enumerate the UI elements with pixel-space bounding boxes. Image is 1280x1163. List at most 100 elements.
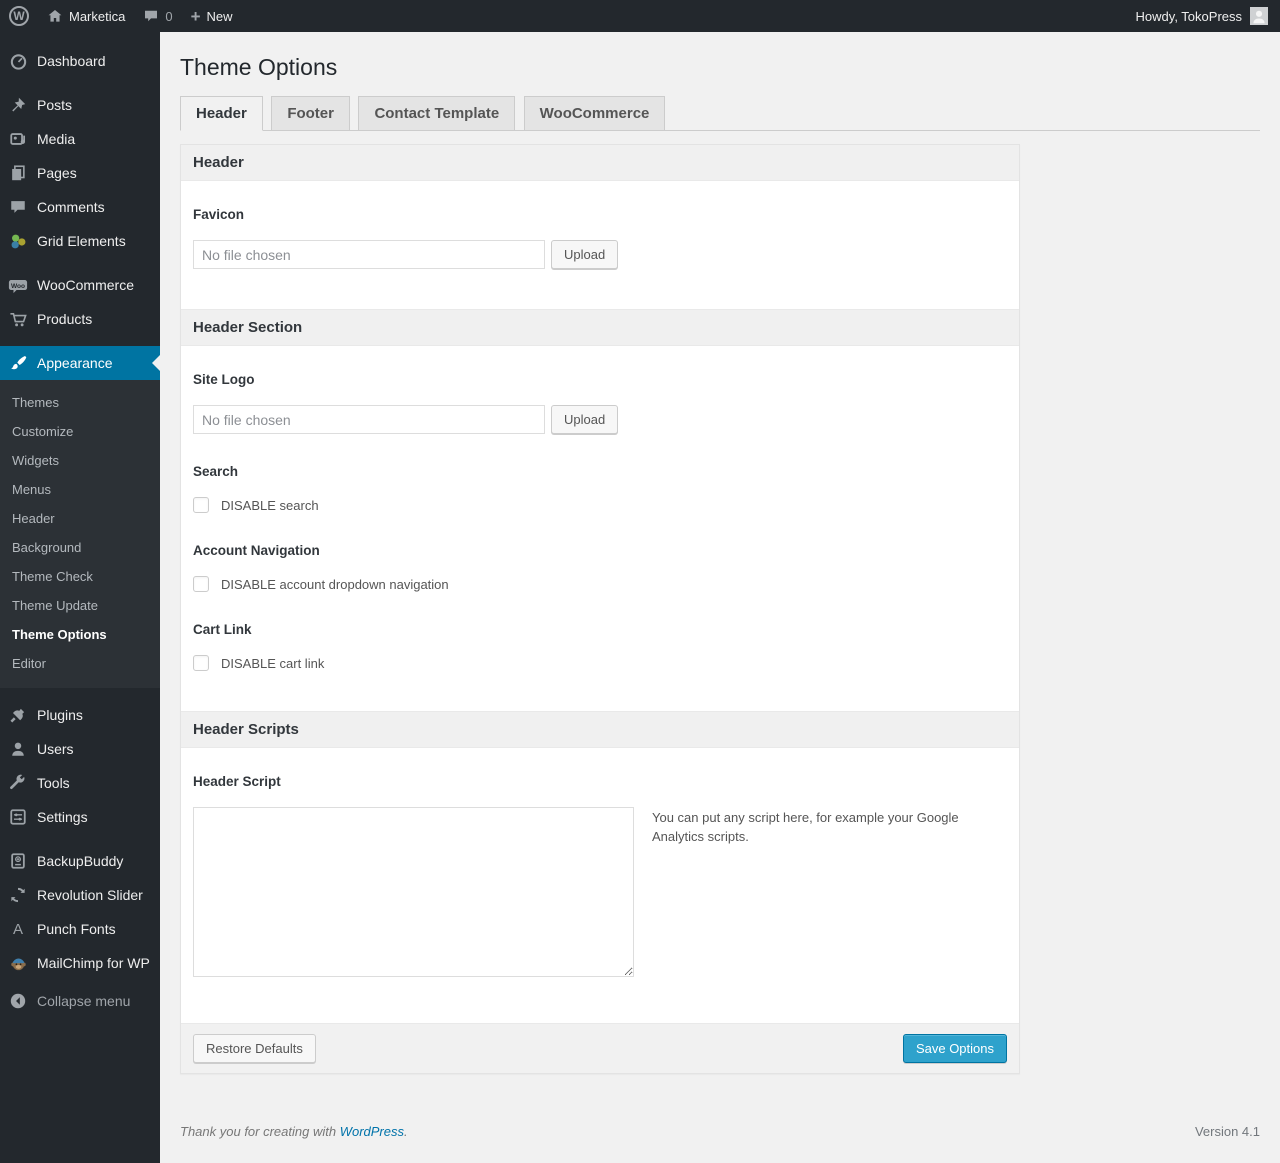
sidebar-item-posts[interactable]: Posts (0, 88, 160, 122)
admin-bar: W Marketica 0 + New Howdy, TokoPress (0, 0, 1280, 32)
theme-options-panel: Header Favicon Upload Header Section Sit… (180, 144, 1020, 1074)
comments-menu[interactable]: 0 (134, 0, 181, 32)
wordpress-logo-icon: W (9, 6, 29, 26)
favicon-section: Favicon Upload (181, 181, 1019, 309)
footer-thanks-text: Thank you for creating with (180, 1124, 340, 1139)
section-header-scripts: Header Scripts (181, 711, 1019, 748)
sidebar-label: MailChimp for WP (37, 955, 150, 971)
sidebar-item-punch-fonts[interactable]: A Punch Fonts (0, 912, 160, 946)
disable-search-checkbox[interactable] (193, 497, 209, 513)
disable-cart-link-label: DISABLE cart link (221, 655, 325, 671)
disable-search-label: DISABLE search (221, 497, 319, 513)
sidebar-item-collapse-menu[interactable]: Collapse menu (0, 984, 160, 1018)
sidebar-item-products[interactable]: Products (0, 302, 160, 336)
sidebar-item-dashboard[interactable]: Dashboard (0, 44, 160, 78)
refresh-icon (8, 885, 28, 905)
tab-woocommerce[interactable]: WooCommerce (523, 96, 666, 131)
sidebar-item-backupbuddy[interactable]: BackupBuddy (0, 844, 160, 878)
sidebar-item-pages[interactable]: Pages (0, 156, 160, 190)
disable-account-nav-row: DISABLE account dropdown navigation (193, 576, 1007, 592)
sidebar-label: Punch Fonts (37, 921, 116, 937)
cart-link-label: Cart Link (193, 622, 252, 637)
svg-text:Woo: Woo (11, 282, 25, 289)
submenu-item-themes[interactable]: Themes (0, 388, 160, 417)
sidebar-item-tools[interactable]: Tools (0, 766, 160, 800)
sidebar-item-comments[interactable]: Comments (0, 190, 160, 224)
favicon-upload-button[interactable]: Upload (551, 240, 619, 269)
disable-account-nav-checkbox[interactable] (193, 576, 209, 592)
wordpress-link[interactable]: WordPress (340, 1124, 404, 1139)
header-script-label: Header Script (193, 774, 281, 789)
account-menu[interactable]: Howdy, TokoPress (1124, 0, 1280, 32)
appearance-submenu: Themes Customize Widgets Menus Header Ba… (0, 380, 160, 688)
pages-icon (8, 163, 28, 183)
sidebar-label: Media (37, 131, 76, 147)
comment-bubble-icon (143, 8, 159, 24)
sidebar-label: Grid Elements (37, 233, 126, 249)
sidebar-label: Collapse menu (37, 993, 131, 1009)
sidebar-item-settings[interactable]: Settings (0, 800, 160, 834)
submenu-item-customize[interactable]: Customize (0, 417, 160, 446)
page-footer: Thank you for creating with WordPress. V… (180, 1124, 1260, 1139)
sidebar-item-grid-elements[interactable]: Grid Elements (0, 224, 160, 258)
home-icon (47, 8, 63, 24)
sidebar-label: WooCommerce (37, 277, 134, 293)
header-script-textarea[interactable] (193, 807, 634, 977)
site-logo-file-input[interactable] (193, 405, 545, 434)
howdy-label: Howdy, TokoPress (1135, 8, 1242, 24)
search-label: Search (193, 464, 239, 479)
header-scripts-body: Header Script You can put any script her… (181, 748, 1019, 1023)
sidebar-item-media[interactable]: Media (0, 122, 160, 156)
wrench-icon (8, 773, 28, 793)
tab-contact-template[interactable]: Contact Template (358, 96, 516, 131)
favicon-file-input[interactable] (193, 240, 545, 269)
dashboard-icon (8, 51, 28, 71)
sidebar-item-users[interactable]: Users (0, 732, 160, 766)
submenu-item-theme-update[interactable]: Theme Update (0, 591, 160, 620)
woo-badge-icon: Woo (8, 275, 28, 295)
new-label: New (206, 8, 233, 24)
submenu-item-header[interactable]: Header (0, 504, 160, 533)
site-name-menu[interactable]: Marketica (38, 0, 134, 32)
avatar (1250, 7, 1268, 25)
submenu-item-editor[interactable]: Editor (0, 649, 160, 678)
wp-logo-menu[interactable]: W (0, 0, 38, 32)
restore-defaults-button[interactable]: Restore Defaults (193, 1034, 316, 1063)
tab-footer[interactable]: Footer (271, 96, 350, 131)
submenu-item-background[interactable]: Background (0, 533, 160, 562)
version-label: Version 4.1 (1194, 1124, 1260, 1139)
submenu-item-theme-options[interactable]: Theme Options (0, 620, 160, 649)
disable-search-row: DISABLE search (193, 497, 1007, 513)
submenu-item-menus[interactable]: Menus (0, 475, 160, 504)
sidebar-label: Dashboard (37, 53, 106, 69)
backup-drive-icon (8, 851, 28, 871)
save-options-button[interactable]: Save Options (902, 1034, 1007, 1063)
sidebar-label: BackupBuddy (37, 853, 124, 869)
disable-cart-link-checkbox[interactable] (193, 655, 209, 671)
sidebar-item-woocommerce[interactable]: Woo WooCommerce (0, 268, 160, 302)
brush-icon (8, 353, 28, 373)
submenu-item-widgets[interactable]: Widgets (0, 446, 160, 475)
new-menu[interactable]: + New (182, 0, 242, 32)
sidebar-item-mailchimp[interactable]: MailChimp for WP (0, 946, 160, 980)
footer-thanks: Thank you for creating with WordPress. (180, 1124, 408, 1139)
admin-sidebar: Dashboard Posts Media Pages Comments Gri… (0, 32, 160, 1163)
sidebar-label: Products (37, 311, 93, 327)
tab-header[interactable]: Header (180, 96, 263, 131)
disable-account-nav-label: DISABLE account dropdown navigation (221, 576, 449, 592)
sidebar-item-appearance[interactable]: Appearance (0, 346, 160, 380)
user-icon (8, 739, 28, 759)
submenu-item-theme-check[interactable]: Theme Check (0, 562, 160, 591)
sidebar-item-revolution-slider[interactable]: Revolution Slider (0, 878, 160, 912)
sidebar-label: Settings (37, 809, 88, 825)
section-header-section: Header Section (181, 309, 1019, 346)
favicon-label: Favicon (193, 207, 245, 222)
page-title: Theme Options (180, 54, 338, 80)
comment-icon (8, 197, 28, 217)
collapse-arrow-icon (8, 991, 28, 1011)
sidebar-label: Comments (37, 199, 105, 215)
site-logo-upload-button[interactable]: Upload (551, 405, 619, 434)
sidebar-label: Revolution Slider (37, 887, 143, 903)
sidebar-item-plugins[interactable]: Plugins (0, 698, 160, 732)
tab-bar: Header Footer Contact Template WooCommer… (180, 96, 1260, 131)
